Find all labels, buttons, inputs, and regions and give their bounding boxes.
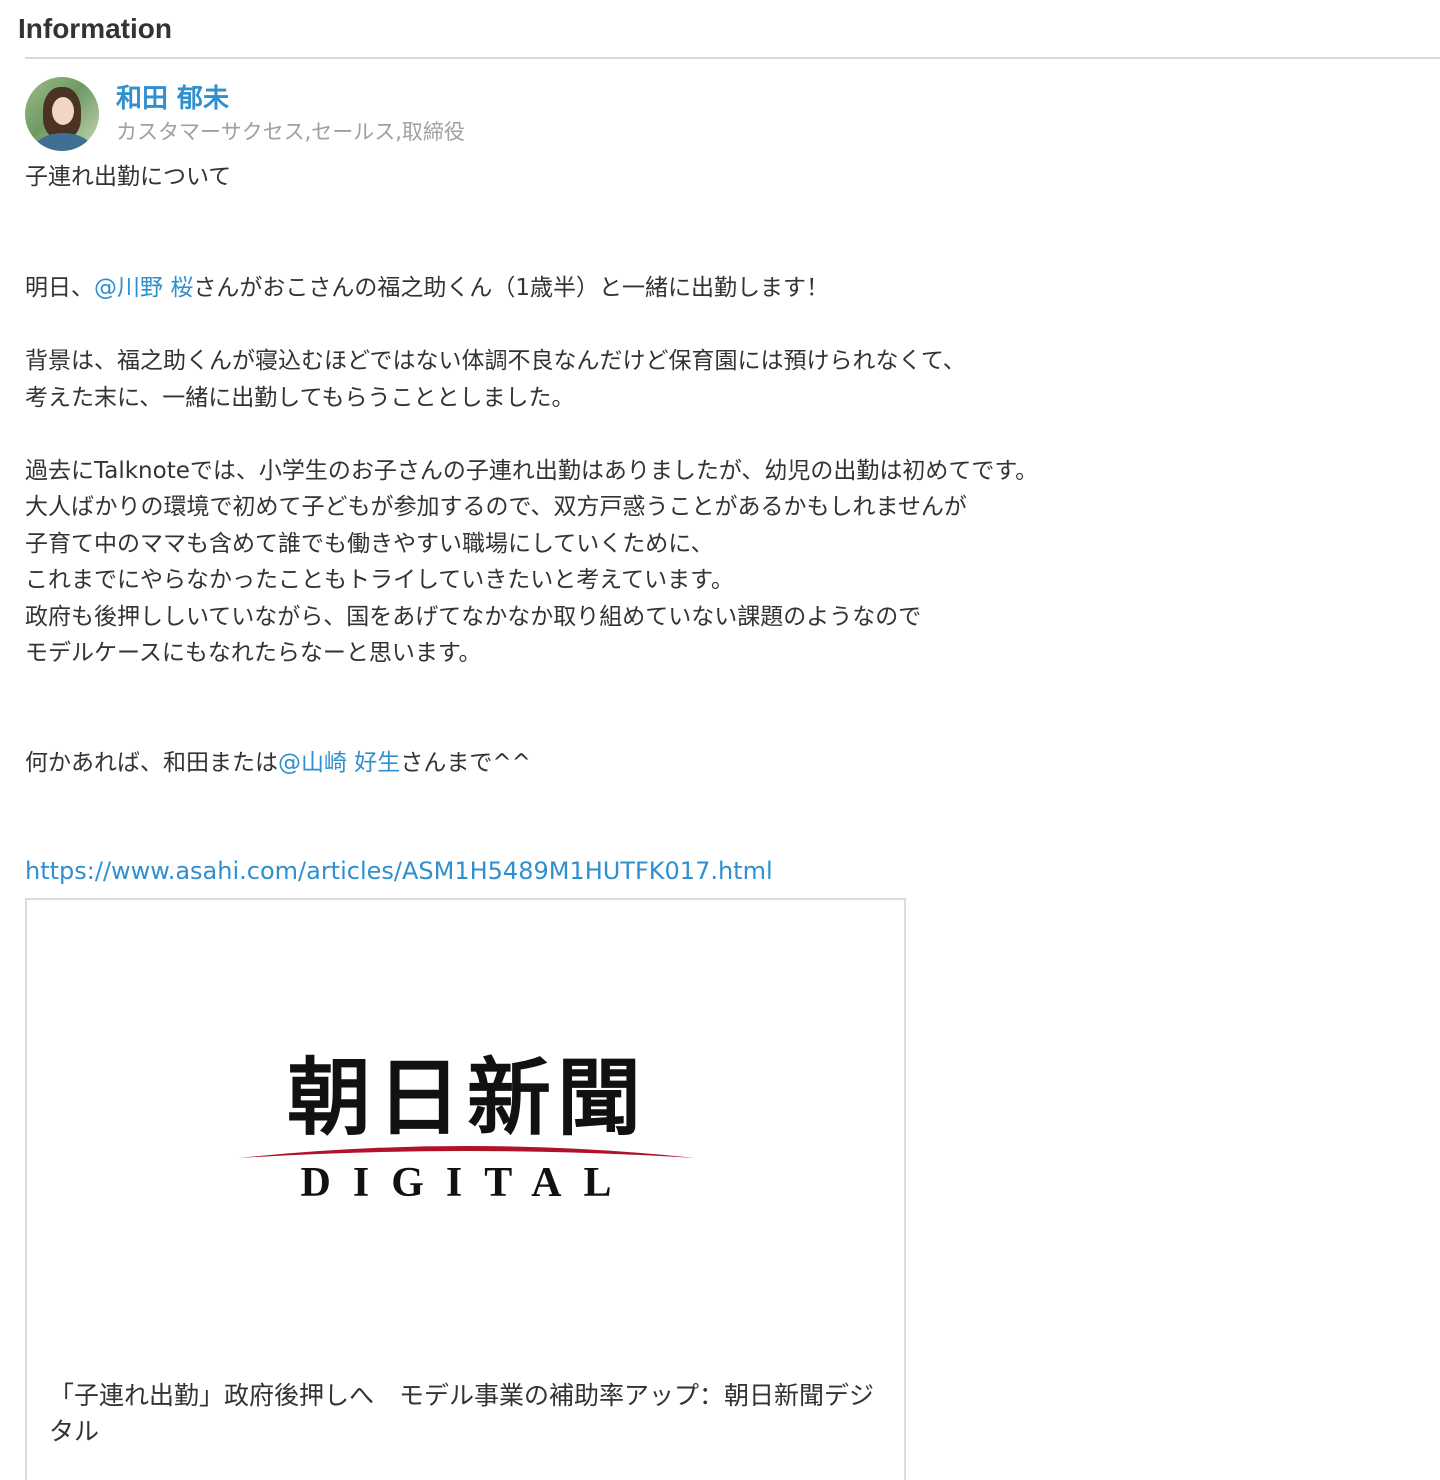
body-line: 考えた末に、一緒に出勤してもらうこととしました。	[25, 384, 575, 411]
body-line: 子育て中のママも含めて誰でも働きやすい職場にしていくために、	[25, 530, 714, 557]
body-text: さんがおこさんの福之助くん（1歳半）と一緒に出勤します！	[193, 275, 829, 301]
mention-yamazaki[interactable]: @山崎 好生	[278, 750, 400, 776]
logo-swoosh	[239, 1146, 695, 1158]
header-divider	[25, 57, 1440, 59]
body-line: モデルケースにもなれたらなーと思います。	[25, 640, 482, 666]
body-line: これまでにやらなかったこともトライしていきたいと考えています。	[25, 567, 734, 593]
article-link[interactable]: https://www.asahi.com/articles/ASM1H5489…	[25, 855, 773, 887]
logo-kanji: 朝日新聞	[286, 1048, 647, 1147]
avatar-face	[52, 97, 74, 125]
body-line: 背景は、福之助くんが寝込むほどではない体調不良なんだけど保育園には預けられなくて…	[25, 348, 966, 374]
avatar-shoulders	[35, 133, 91, 151]
body-text: さんまで^^	[400, 749, 531, 776]
body-line: 政府も後押ししいていながら、国をあげてなかなか取り組めていない課題のようなので	[25, 603, 922, 630]
link-preview-card[interactable]: 朝日新聞 DIGITAL 「子連れ出勤」政府後押しへ モデル事業の補助率アップ：…	[25, 898, 906, 1480]
author-name[interactable]: 和田 郁未	[116, 82, 229, 116]
body-line: 明日、@川野 桜さんがおこさんの福之助くん（1歳半）と一緒に出勤します！	[25, 270, 1425, 307]
logo-digital: DIGITAL	[300, 1160, 634, 1206]
asahi-digital-logo: 朝日新聞 DIGITAL	[237, 1048, 697, 1208]
author-role: カスタマーサクセス,セールス,取締役	[116, 120, 465, 144]
body-line: 大人ばかりの環境で初めて子どもが参加するので、双方戸惑うことがあるかもしれません…	[25, 494, 967, 520]
post-body: 明日、@川野 桜さんがおこさんの福之助くん（1歳半）と一緒に出勤します！ 背景は…	[25, 270, 1425, 781]
body-line: 何かあれば、和田または@山崎 好生さんまで^^	[25, 745, 1425, 782]
mention-kawano[interactable]: @川野 桜	[94, 275, 193, 301]
post-title: 子連れ出勤について	[25, 164, 232, 190]
body-text: 何かあれば、和田または	[25, 749, 278, 776]
body-line: 過去にTalknoteでは、小学生のお子さんの子連れ出勤はありましたが、幼児の出…	[25, 457, 1039, 484]
author-avatar[interactable]	[25, 77, 99, 151]
logo-swoosh-icon	[239, 1146, 695, 1158]
body-text: 明日、	[25, 275, 94, 301]
section-header: Information	[18, 13, 172, 44]
preview-title[interactable]: 「子連れ出勤」政府後押しへ モデル事業の補助率アップ：朝日新聞デジタル	[49, 1378, 879, 1450]
